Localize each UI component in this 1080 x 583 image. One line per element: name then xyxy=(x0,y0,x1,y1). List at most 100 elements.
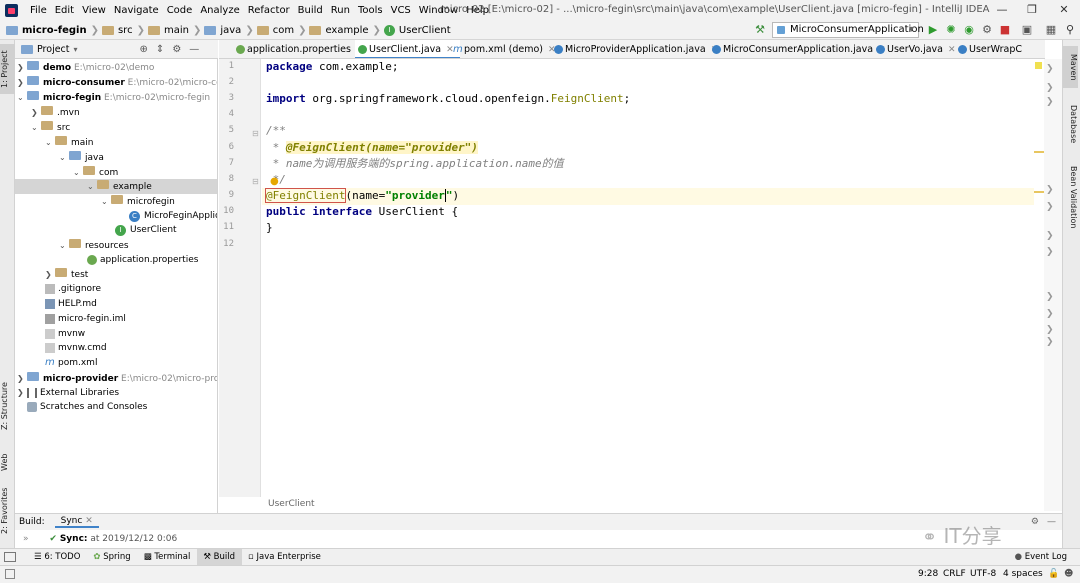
tree-item-scratches[interactable]: Scratches and Consoles xyxy=(15,400,217,415)
debug-icon[interactable]: ✺ xyxy=(944,23,958,37)
menu-navigate[interactable]: Navigate xyxy=(110,5,163,16)
build-hammer-icon[interactable]: ⚒ xyxy=(753,23,767,37)
warning-indicator-icon[interactable] xyxy=(1035,62,1042,69)
run-icon[interactable]: ▶ xyxy=(926,23,940,37)
stop-icon[interactable]: ■ xyxy=(998,23,1012,37)
chevron-right-icon[interactable]: ❯ xyxy=(1046,231,1054,241)
menu-code[interactable]: Code xyxy=(163,5,197,16)
java-enterprise-tool-tab[interactable]: ▫ Java Enterprise xyxy=(242,549,328,566)
maven-tool-tab[interactable]: Maven xyxy=(1063,46,1078,88)
tree-item-micro-fegin[interactable]: ⌄ micro-fegin E:\micro-02\micro-fegin xyxy=(15,90,217,105)
tab-microconsumerapplication[interactable]: MicroConsumerApplication.java✕ xyxy=(709,40,886,58)
close-window-icon[interactable]: ✕ xyxy=(1056,2,1072,18)
tree-item-demo[interactable]: ❯ demo E:\micro-02\demo xyxy=(15,60,217,75)
chevron-right-icon[interactable]: ❯ xyxy=(1046,185,1054,195)
lock-icon[interactable]: 🔓 xyxy=(1048,566,1059,583)
breadcrumb-java[interactable]: java ❯ xyxy=(204,25,256,36)
build-tool-tab[interactable]: ⚒ Build xyxy=(197,548,243,566)
locate-target-icon[interactable]: ⊕ xyxy=(140,44,148,55)
tab-application-properties[interactable]: application.properties✕ xyxy=(233,40,363,58)
breadcrumb-com[interactable]: com ❯ xyxy=(256,25,310,36)
menu-vcs[interactable]: VCS xyxy=(387,5,415,16)
warning-marker[interactable] xyxy=(1034,151,1044,153)
chevron-right-icon[interactable]: ❯ xyxy=(1046,325,1054,335)
menu-refactor[interactable]: Refactor xyxy=(244,5,294,16)
database-tool-tab[interactable]: Database xyxy=(1063,98,1078,150)
fold-marker-icon[interactable]: ⊟ xyxy=(252,177,259,186)
hide-panel-icon[interactable]: — xyxy=(189,44,199,55)
tree-item-micro-consumer[interactable]: ❯micro-consumer E:\micro-02\micro-consu xyxy=(15,75,217,90)
chevron-right-icon[interactable]: ❯ xyxy=(1046,202,1054,212)
tab-userclient-java[interactable]: UserClient.java ✕ xyxy=(355,40,460,58)
project-structure-icon[interactable]: ▣ xyxy=(1020,23,1034,37)
line-separator[interactable]: CRLF xyxy=(943,566,966,583)
panel-toggle-icon[interactable] xyxy=(5,569,15,579)
file-encoding[interactable]: UTF-8 xyxy=(970,566,996,583)
favorites-tool-tab[interactable]: 2: Favorites xyxy=(0,486,15,536)
tab-sync[interactable]: Sync ✕ xyxy=(54,516,99,528)
chevron-right-icon[interactable]: ❯ xyxy=(1046,64,1054,74)
tab-pom-xml[interactable]: m pom.xml (demo) ✕ xyxy=(450,40,556,58)
inspector-icon[interactable]: ☻ xyxy=(1064,566,1073,583)
tab-uservo[interactable]: UserVo.java ✕ xyxy=(873,40,956,58)
breadcrumb-src[interactable]: src ❯ xyxy=(101,25,148,36)
menu-tools[interactable]: Tools xyxy=(354,5,387,16)
tree-item-iml[interactable]: micro-fegin.iml xyxy=(15,312,217,327)
fold-marker-icon[interactable]: ⊟ xyxy=(252,129,259,138)
menu-analyze[interactable]: Analyze xyxy=(196,5,243,16)
chevron-right-icon[interactable]: ❯ xyxy=(1046,247,1054,257)
tree-item-resources[interactable]: ⌄ resources xyxy=(15,238,217,253)
tab-microproviderapplication[interactable]: MicroProviderApplication.java✕ xyxy=(551,40,718,58)
tree-item-gitignore[interactable]: .gitignore xyxy=(15,282,217,297)
chevron-right-icon[interactable]: ❯ xyxy=(1046,292,1054,302)
tree-item-example[interactable]: ⌄ example xyxy=(15,179,217,194)
menu-run[interactable]: Run xyxy=(327,5,354,16)
menu-edit[interactable]: Edit xyxy=(51,5,78,16)
chevron-right-icon[interactable]: ❯ xyxy=(1046,83,1054,93)
chevron-right-icon[interactable]: ❯ xyxy=(1046,309,1054,319)
chevron-down-icon[interactable]: ▾ xyxy=(74,45,78,54)
profile-icon[interactable]: ⚙ xyxy=(980,23,994,37)
layout-icon[interactable]: ▦ xyxy=(1044,23,1058,37)
indent-setting[interactable]: 4 spaces xyxy=(1003,566,1043,583)
maximize-icon[interactable]: ❐ xyxy=(1024,2,1040,18)
menu-file[interactable]: File xyxy=(26,5,51,16)
breadcrumb-main[interactable]: main ❯ xyxy=(147,25,204,36)
intention-bulb-icon[interactable]: ● xyxy=(270,176,280,188)
tree-item-src[interactable]: ⌄ src xyxy=(15,120,217,135)
tree-item-test[interactable]: ❯ test xyxy=(15,267,217,282)
minimize-icon[interactable]: — xyxy=(994,2,1010,18)
project-tool-tab[interactable]: 1: Project xyxy=(0,44,15,94)
tree-item-help-md[interactable]: HELP.md xyxy=(15,297,217,312)
menu-build[interactable]: Build xyxy=(294,5,327,16)
tree-item-main[interactable]: ⌄ main xyxy=(15,135,217,150)
tree-item-mvn[interactable]: ❯ .mvn xyxy=(15,105,217,120)
web-tool-tab[interactable]: Web xyxy=(0,444,15,480)
caret-position[interactable]: 9:28 xyxy=(918,566,938,583)
project-view-select[interactable]: Project xyxy=(37,44,70,55)
structure-tool-tab[interactable]: Z: Structure xyxy=(0,376,15,436)
breadcrumb-example[interactable]: example ❯ xyxy=(309,25,383,36)
chevron-right-icon[interactable]: ❯ xyxy=(1046,337,1054,347)
tree-item-micro-provider[interactable]: ❯micro-provider E:\micro-02\micro-provid xyxy=(15,371,217,386)
tree-item-external-libraries[interactable]: ❯ External Libraries xyxy=(15,385,217,400)
tree-item-pom-xml[interactable]: m pom.xml xyxy=(15,356,217,371)
menu-view[interactable]: View xyxy=(78,5,110,16)
tree-item-application-properties[interactable]: application.properties xyxy=(15,253,217,268)
coverage-icon[interactable]: ◉ xyxy=(962,23,976,37)
chevron-right-icon[interactable]: ❯ xyxy=(1046,97,1054,107)
bean-validation-tool-tab[interactable]: Bean Validation xyxy=(1063,158,1078,236)
settings-gear-icon[interactable]: ⚙ xyxy=(172,44,181,55)
search-icon[interactable]: ⚲ xyxy=(1063,23,1077,37)
todo-tool-tab[interactable]: ☰ 6: TODO xyxy=(28,549,87,566)
tree-item-microfegin[interactable]: ⌄ microfegin xyxy=(15,194,217,209)
tab-userwrapc[interactable]: UserWrapC xyxy=(955,40,1022,58)
spring-tool-tab[interactable]: ✿ Spring xyxy=(87,549,137,566)
toggle-tool-windows-icon[interactable] xyxy=(4,552,16,562)
collapse-all-icon[interactable]: ⇕ xyxy=(156,44,164,55)
breadcrumb-userclient[interactable]: I UserClient xyxy=(383,24,451,36)
tree-item-com[interactable]: ⌄ com xyxy=(15,165,217,180)
expand-icon[interactable]: » xyxy=(23,534,29,544)
tree-item-microfeginapplication[interactable]: CMicroFeginApplica xyxy=(15,209,217,224)
warning-marker[interactable] xyxy=(1034,191,1044,193)
